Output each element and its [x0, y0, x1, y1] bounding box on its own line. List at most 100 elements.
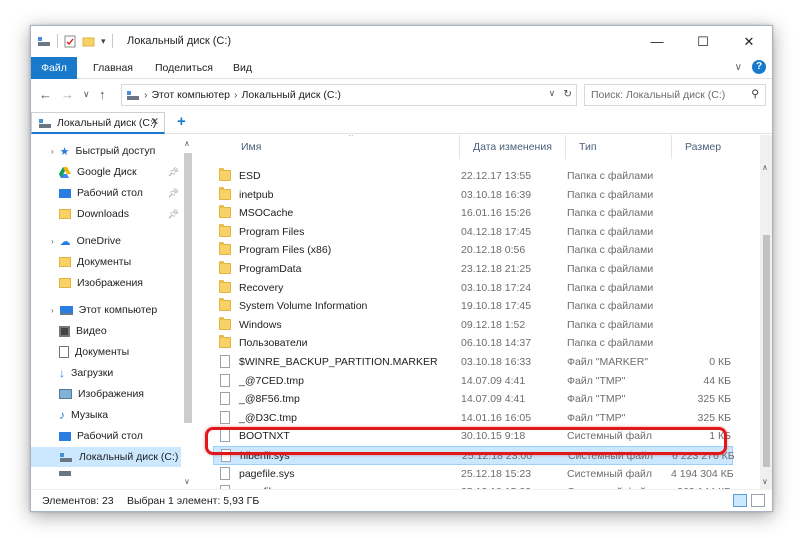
back-arrow-icon[interactable]: ←	[39, 87, 52, 102]
search-icon[interactable]: ⚲	[751, 88, 759, 100]
drive-icon	[59, 470, 71, 476]
divider	[111, 34, 113, 48]
column-divider[interactable]	[565, 135, 566, 159]
table-row[interactable]: Program Files 04.12.18 17:45 Папка с файла…	[213, 223, 733, 242]
sidebar-item-pictures[interactable]: Изображения	[59, 384, 179, 404]
sidebar-item-quick-access[interactable]: › ★ Быстрый доступ	[51, 141, 179, 161]
column-header-size[interactable]: Размер	[685, 135, 721, 159]
close-button[interactable]: ✕	[726, 26, 772, 57]
sidebar-item-google-drive[interactable]: Google Диск 📌︎	[59, 162, 179, 182]
pin-icon[interactable]: 📌︎	[168, 188, 179, 199]
sidebar-item-onedrive-documents[interactable]: Документы	[59, 252, 179, 272]
cell-name: ProgramData	[239, 263, 302, 275]
table-row[interactable]: $WINRE_BACKUP_PARTITION.MARKER 03.10.18 1…	[213, 353, 733, 372]
sidebar-item-this-pc[interactable]: › Этот компьютер	[51, 300, 179, 320]
table-row[interactable]: Program Files (x86) 20.12.18 0:56 Папка с …	[213, 241, 733, 260]
sidebar-item-downloads-pc[interactable]: ↓ Загрузки	[59, 363, 179, 383]
title-bar: ▾ Локальный диск (C:) — ☐ ✕	[31, 26, 772, 57]
dropdown-icon[interactable]: ∨	[549, 88, 556, 100]
address-bar[interactable]: › Этот компьютер › Локальный диск (C:) ∨…	[121, 84, 577, 106]
up-arrow-icon[interactable]: ↑	[99, 87, 106, 102]
sidebar-item-video[interactable]: Видео	[59, 321, 179, 341]
table-row[interactable]: System Volume Information 19.10.18 17:45 П…	[213, 297, 733, 316]
sidebar-item-onedrive-pictures[interactable]: Изображения	[59, 273, 179, 293]
expand-ribbon-icon[interactable]: ∨	[735, 62, 742, 73]
scrollbar-thumb[interactable]	[184, 153, 192, 423]
breadcrumb-local-disk[interactable]: Локальный диск (C:)	[242, 89, 341, 101]
properties-icon[interactable]	[64, 35, 76, 48]
close-tab-icon[interactable]: ✕	[150, 116, 159, 128]
cell-date: 20.12.18 0:56	[461, 244, 526, 257]
pin-icon[interactable]: 📌︎	[168, 167, 179, 178]
breadcrumb-this-pc[interactable]: Этот компьютер	[152, 89, 231, 101]
navigation-scrollbar[interactable]: ∧ ∨	[181, 135, 195, 489]
sidebar-item-local-disk[interactable]: Локальный диск (C:)	[31, 447, 181, 467]
table-row[interactable]: pagefile.sys 25.12.18 15:23 Системный файл…	[213, 465, 734, 484]
chevron-icon[interactable]: ›	[51, 237, 54, 246]
scroll-up-icon[interactable]: ∧	[184, 139, 190, 148]
navigation-pane: › ★ Быстрый доступ Google Диск 📌︎ Рабочи…	[31, 135, 196, 489]
sidebar-item-music[interactable]: ♪ Музыка	[59, 405, 179, 425]
recent-locations-icon[interactable]: ∨	[83, 89, 90, 100]
scroll-down-icon[interactable]: ∨	[184, 477, 190, 486]
sidebar-item-onedrive[interactable]: › ☁ OneDrive	[51, 231, 179, 251]
table-row[interactable]: Windows 09.12.18 1:52 Папка с файлами	[213, 316, 733, 335]
scroll-up-icon[interactable]: ∧	[762, 163, 768, 172]
cell-name: Program Files	[239, 225, 305, 238]
drive-icon	[127, 91, 139, 100]
sidebar-item-label: Изображения	[78, 388, 144, 400]
folder-tab[interactable]: Локальный диск (C:) ✕	[31, 112, 165, 134]
file-list-scrollbar[interactable]: ∧ ∨	[760, 135, 772, 489]
new-tab-icon[interactable]: +	[177, 113, 186, 130]
refresh-icon[interactable]: ↻	[563, 88, 572, 100]
sidebar-item-downloads[interactable]: Downloads 📌︎	[59, 204, 179, 224]
sidebar-item-label: Загрузки	[71, 367, 114, 379]
chevron-icon[interactable]: ›	[51, 306, 54, 315]
column-divider[interactable]	[459, 135, 460, 159]
sidebar-item-desktop-pc[interactable]: Рабочий стол	[59, 426, 179, 446]
table-row[interactable]: _@7CED.tmp 14.07.09 4:41 Файл "TMP" 44 КБ	[213, 372, 733, 391]
sidebar-item-label: Документы	[77, 256, 132, 268]
table-row[interactable]: _@D3C.tmp 14.01.16 16:05 Файл "TMP" 325 КБ	[213, 409, 733, 428]
forward-arrow-icon[interactable]: →	[61, 87, 74, 102]
help-icon[interactable]: ?	[752, 60, 766, 74]
cell-date: 03.10.18 17:24	[461, 281, 532, 294]
table-row[interactable]: Recovery 03.10.18 17:24 Папка с файлами	[213, 279, 733, 298]
cell-name: Recovery	[239, 281, 284, 294]
maximize-button[interactable]: ☐	[680, 26, 726, 57]
cell-date: 25.12.18 15:23	[461, 467, 532, 480]
cell-name: Windows	[239, 318, 282, 331]
sidebar-item-desktop[interactable]: Рабочий стол 📌︎	[59, 183, 179, 203]
details-view-icon[interactable]	[733, 494, 747, 507]
tab-file[interactable]: Файл	[31, 57, 77, 79]
minimize-button[interactable]: —	[634, 26, 680, 57]
large-icons-view-icon[interactable]	[751, 494, 765, 507]
tab-view[interactable]: Вид	[223, 57, 262, 79]
table-row[interactable]: MSOCache 16.01.16 15:26 Папка с файлами	[213, 204, 733, 223]
sidebar-item-partial[interactable]	[59, 468, 179, 478]
table-row[interactable]: inetpub 03.10.18 16:39 Папка с файлами	[213, 186, 733, 205]
scrollbar-thumb[interactable]	[763, 235, 770, 467]
column-header-type[interactable]: Тип	[579, 135, 597, 159]
column-divider[interactable]	[671, 135, 672, 159]
pin-icon[interactable]: 📌︎	[168, 209, 179, 220]
column-header-name[interactable]: Имя	[241, 135, 261, 159]
new-folder-icon[interactable]	[82, 35, 95, 47]
tab-share[interactable]: Поделиться	[145, 57, 223, 79]
download-icon: ↓	[59, 366, 65, 380]
scroll-down-icon[interactable]: ∨	[762, 477, 768, 486]
cell-name: _@D3C.tmp	[239, 411, 297, 424]
table-row[interactable]: ESD 22.12.17 13:55 Папка с файлами	[213, 167, 733, 186]
table-row[interactable]: Пользователи 06.10.18 14:37 Папка с файлам…	[213, 334, 733, 353]
table-row[interactable]: _@8F56.tmp 14.07.09 4:41 Файл "TMP" 325 КБ	[213, 390, 733, 409]
chevron-down-icon[interactable]: ›	[51, 147, 54, 156]
music-icon: ♪	[59, 408, 65, 422]
search-input[interactable]: Поиск: Локальный диск (C:) ⚲	[584, 84, 766, 106]
column-header-date[interactable]: Дата изменения	[473, 135, 552, 159]
sidebar-item-documents[interactable]: Документы	[59, 342, 179, 362]
customize-qat-icon[interactable]: ▾	[101, 36, 106, 47]
cell-date: 22.12.17 13:55	[461, 170, 532, 182]
table-row[interactable]: ProgramData 23.12.18 21:25 Папка с файлами	[213, 260, 733, 279]
tab-home[interactable]: Главная	[83, 57, 143, 79]
sidebar-item-label: Быстрый доступ	[75, 145, 156, 157]
